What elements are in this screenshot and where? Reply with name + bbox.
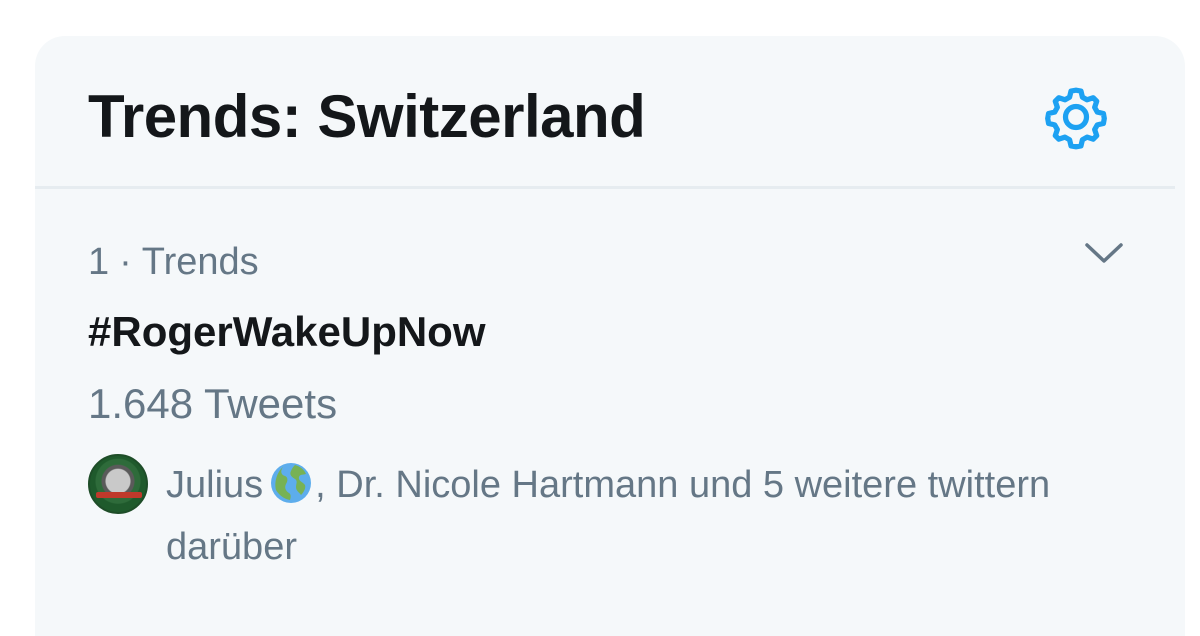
trend-item[interactable]: 1 · Trends #RogerWakeUpNow 1.648 Tweets Ju… xyxy=(35,189,1185,636)
trends-card: Trends: Switzerland 1 · Trends #RogerWakeU… xyxy=(35,36,1185,636)
first-user-name[interactable]: Julius xyxy=(166,464,263,506)
globe-icon xyxy=(269,461,313,505)
gear-icon xyxy=(1045,87,1107,150)
tweet-count: 1.648 Tweets xyxy=(88,380,338,427)
settings-button[interactable] xyxy=(1041,82,1111,152)
avatar[interactable] xyxy=(88,454,148,514)
trend-meta: 1 · Trends xyxy=(88,239,259,285)
trend-category: Trends xyxy=(141,241,259,283)
social-context-text: Julius, Dr. Nicole Hartmann und 5 weiter… xyxy=(166,454,1146,578)
trends-header: Trends: Switzerland xyxy=(35,36,1175,189)
chevron-down-icon xyxy=(1085,243,1123,263)
trend-hashtag[interactable]: #RogerWakeUpNow xyxy=(88,307,486,357)
trend-more-button[interactable] xyxy=(1081,233,1127,273)
trends-title: Trends: Switzerland xyxy=(88,83,646,150)
avatar-band xyxy=(96,492,142,498)
trend-rank: 1 xyxy=(88,241,110,283)
meta-separator: · xyxy=(119,241,132,283)
